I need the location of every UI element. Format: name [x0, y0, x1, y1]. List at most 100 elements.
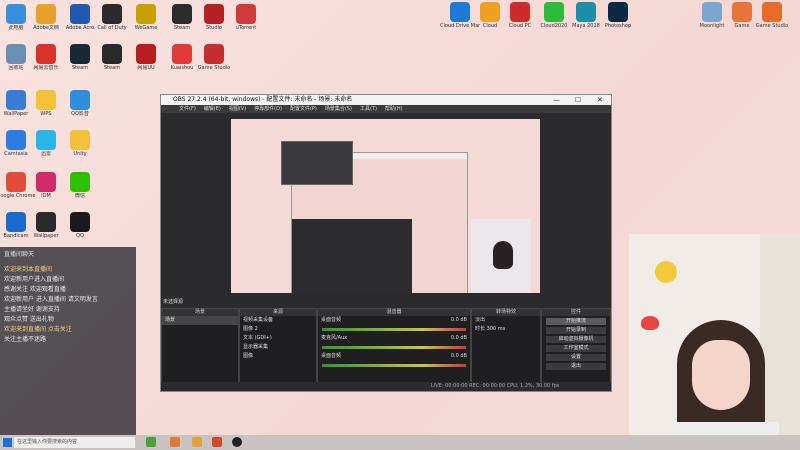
control-button[interactable]: 开始录制 [546, 327, 606, 334]
scene-item[interactable]: 场景 [162, 316, 238, 325]
scenes-header: 场景 [162, 309, 238, 316]
webcam-preview [471, 219, 531, 293]
channel-label: 桌面音频 [321, 353, 342, 359]
mixer-channel-name: 麦克风/Aux 0.0 dB [318, 334, 470, 343]
app-icon [136, 4, 156, 24]
chat-message: 欢迎来到本直播间 [4, 266, 53, 273]
app-icon [70, 130, 90, 150]
desktop-icon[interactable]: Game Studio [752, 2, 792, 29]
menu-item[interactable]: 场景集合(S) [325, 106, 352, 112]
menu-item[interactable]: 帮助(H) [385, 106, 403, 112]
control-button[interactable]: 退出 [546, 363, 606, 370]
desktop-icon[interactable]: Photoshop [598, 2, 638, 29]
app-icon [510, 2, 530, 22]
maximize-icon[interactable]: ☐ [575, 95, 581, 105]
app-icon [36, 90, 56, 110]
duration-input[interactable]: 300 ms [487, 326, 506, 332]
desktop-icon-label: 微信 [74, 193, 85, 199]
menu-item[interactable]: 工具(T) [360, 106, 377, 112]
desktop-icon[interactable]: uTorrent [226, 4, 266, 31]
app-icon [6, 130, 26, 150]
menu-item[interactable]: 编辑(E) [204, 106, 221, 112]
source-item[interactable]: 图像 [240, 352, 316, 361]
source-item[interactable]: 显示器采集 [240, 343, 316, 352]
mixer-header: 混音器 [318, 309, 470, 316]
chat-messages: 欢迎来到本直播间 欢迎新用户进入直播间 感谢关注 欢迎观看直播 欢迎新用户 进入直播间… [0, 265, 136, 345]
app-icon [70, 172, 90, 192]
app-icon [102, 44, 122, 64]
taskbar-app-icon[interactable] [192, 437, 202, 447]
app-icon [70, 4, 90, 24]
desktop-icon[interactable]: 网易UU [126, 44, 166, 71]
app-icon [36, 44, 56, 64]
obs-taskbar-icon[interactable] [232, 437, 242, 447]
app-icon [762, 2, 782, 22]
source-item[interactable]: 图像 2 [240, 325, 316, 334]
menu-item[interactable]: 配置文件(P) [290, 106, 317, 112]
chat-message: 观众点赞 送出礼物 [4, 316, 54, 323]
taskbar-search-input[interactable]: 在这里输入你要搜索的内容 [14, 437, 135, 448]
source-item[interactable]: 文本 (GDI+) [240, 334, 316, 343]
obs-title: OBS 27.2.4 (64-bit, windows) - 配置文件: 未命名… [173, 96, 353, 103]
scenes-dock: 场景 场景 [161, 308, 239, 386]
desktop-icon-label: Game Studio [197, 65, 231, 71]
app-icon [70, 44, 90, 64]
source-item[interactable]: 视频采集设备 [240, 316, 316, 325]
app-icon [6, 212, 26, 232]
app-icon [6, 90, 26, 110]
volume-meter[interactable] [322, 346, 466, 349]
taskbar-app-icon[interactable] [170, 437, 180, 447]
app-icon [6, 44, 26, 64]
controls-dock: 控件 开始推流 开始录制 启动虚拟摄像机 工作室模式 设置 退出 [541, 308, 611, 386]
webcam-overlay [629, 234, 800, 450]
transition-select[interactable]: 淡出 [472, 316, 540, 325]
nested-preview-window [281, 141, 353, 185]
duration-label: 时长 [475, 326, 486, 332]
app-icon [36, 4, 56, 24]
desktop-icon[interactable]: 微信 [60, 172, 100, 199]
taskbar-app-icon[interactable] [212, 437, 222, 447]
close-icon[interactable]: ✕ [597, 95, 603, 105]
obs-titlebar[interactable]: OBS 27.2.4 (64-bit, windows) - 配置文件: 未命名… [161, 95, 611, 105]
channel-label: 桌面音频 [321, 317, 342, 323]
menu-item[interactable]: 视图(V) [229, 106, 246, 112]
mixer-channel: 麦克风/Aux 0.0 dB [318, 334, 470, 349]
streamer-face [692, 340, 750, 410]
menu-item[interactable]: 停靠部件(D) [254, 106, 282, 112]
desktop-icon[interactable]: Unity [60, 130, 100, 157]
obs-window[interactable]: OBS 27.2.4 (64-bit, windows) - 配置文件: 未命名… [160, 94, 612, 392]
desktop-icon[interactable]: Game Studio [194, 44, 234, 71]
obs-status-text: LIVE: 00:00:00 REC: 00:00:00 CPU: 1.2%, … [431, 383, 560, 389]
minimize-icon[interactable]: — [553, 95, 560, 105]
chat-message: 欢迎新用户进入直播间 [4, 276, 65, 283]
control-button[interactable]: 设置 [546, 354, 606, 361]
no-source-selected-label: 未选择源 [163, 299, 184, 305]
mixer-channel: 桌面音频 0.0 dB [318, 316, 470, 331]
desktop-icon-label: Game Studio [755, 23, 789, 29]
mixer-channel-name: 桌面音频 0.0 dB [318, 316, 470, 325]
desktop-icon-label: QQ影音 [71, 111, 89, 117]
app-icon [70, 212, 90, 232]
desktop: 此电脑 Adobe文档 Adobe Acro Call of Duty WeGame St… [0, 0, 800, 450]
desktop-icon[interactable]: WeGame [126, 4, 166, 31]
desktop-icon-label: Photoshop [604, 23, 632, 29]
windows-start-icon[interactable] [3, 438, 12, 447]
app-icon [702, 2, 722, 22]
chat-message: 欢迎新用户 进入直播间 请文明发言 [4, 296, 98, 303]
app-icon [6, 4, 26, 24]
control-button[interactable]: 启动虚拟摄像机 [546, 336, 606, 343]
control-button[interactable]: 开始推流 [546, 318, 606, 325]
app-icon [204, 4, 224, 24]
obs-preview-canvas[interactable] [231, 119, 540, 293]
desktop-icon-label: 网易UU [137, 65, 155, 71]
control-button[interactable]: 工作室模式 [546, 345, 606, 352]
app-icon [136, 44, 156, 64]
volume-meter[interactable] [322, 364, 466, 367]
volume-meter[interactable] [322, 328, 466, 331]
plant-app-icon[interactable] [146, 437, 156, 447]
desktop-icon[interactable]: QQ影音 [60, 90, 100, 117]
desktop-icon[interactable]: QQ [60, 212, 100, 239]
channel-level: 0.0 dB [450, 317, 467, 323]
menu-item[interactable]: 文件(F) [179, 106, 196, 112]
chat-message: 主播请坐好 谢谢支持 [4, 306, 60, 313]
